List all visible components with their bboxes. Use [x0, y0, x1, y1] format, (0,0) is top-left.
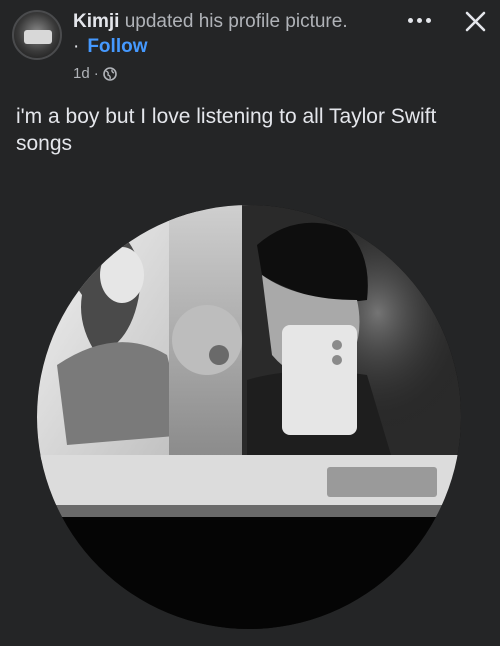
profile-avatar[interactable]	[12, 10, 62, 60]
more-dot	[416, 17, 422, 23]
separator-dot: ·	[73, 36, 80, 57]
post-meta: 1d ·	[73, 64, 117, 84]
phone-camera	[332, 340, 342, 350]
phone	[282, 325, 357, 435]
post-action-text: updated his profile picture.	[124, 11, 348, 32]
singer-face	[100, 247, 144, 303]
teddy-bear-head	[172, 305, 242, 375]
follow-row: · Follow	[73, 36, 147, 58]
post-header: Kimji updated his profile picture.	[73, 11, 348, 33]
more-options-icon[interactable]	[402, 8, 436, 32]
taskbar	[37, 505, 461, 517]
more-dot	[407, 17, 413, 23]
profile-photo-container	[20, 205, 482, 630]
post-time[interactable]: 1d	[73, 64, 90, 84]
meta-separator: ·	[93, 65, 99, 82]
author-name[interactable]: Kimji	[73, 11, 119, 32]
follow-button[interactable]: Follow	[87, 36, 147, 57]
teddy-bear-nose	[209, 345, 229, 365]
phone-camera-2	[332, 355, 342, 365]
globe-icon[interactable]	[102, 67, 117, 81]
avatar-image-content	[24, 30, 52, 44]
screen-sticker	[327, 467, 437, 497]
close-icon[interactable]	[461, 8, 489, 36]
desk-shadow	[37, 517, 461, 629]
profile-photo[interactable]	[37, 205, 461, 629]
singer-dress	[57, 342, 187, 445]
post-text: i'm a boy but I love listening to all Ta…	[16, 105, 437, 155]
more-dot	[425, 17, 431, 23]
